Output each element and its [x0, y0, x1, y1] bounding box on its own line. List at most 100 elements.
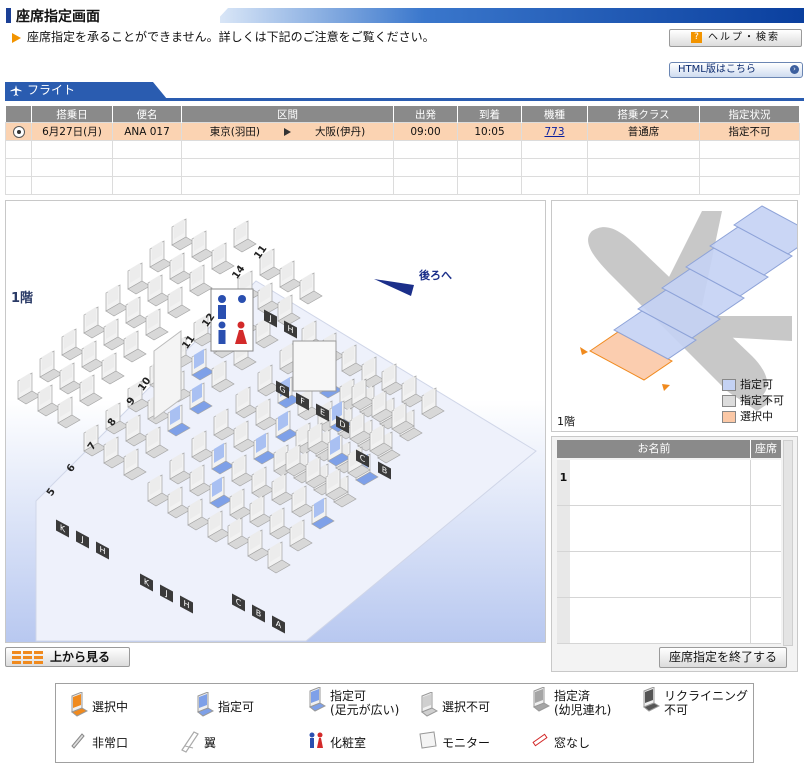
legend-label: 指定可 (足元が広い): [330, 689, 400, 717]
unavailable-seat: [37, 384, 61, 417]
unavailable-seat: [123, 330, 147, 363]
legend-unavailable: 指定不可: [722, 392, 784, 408]
legend-label: リクライニング 不可: [664, 689, 749, 717]
chevron-right-icon: ›: [790, 65, 799, 74]
wide-legroom-seat-icon: [309, 687, 326, 712]
finish-seat-selection-button[interactable]: 座席指定を終了する: [659, 647, 787, 668]
col-arrive: 到着: [457, 106, 522, 123]
wing-icon: [181, 731, 199, 753]
name-column-header: お名前: [637, 442, 671, 455]
flight-tab-cut: [153, 82, 167, 99]
unavailable-seat: [57, 396, 81, 429]
flight-table-header: 搭乗日 便名 区間 出発 到着 機種 搭乗クラス 指定状況: [5, 106, 800, 123]
unavailable-seat: [103, 318, 127, 351]
unavailable-seat: [105, 284, 129, 317]
lavatory-icon: [309, 732, 323, 748]
table-row: [5, 158, 800, 177]
passenger-seat: [750, 552, 781, 597]
top-view-button[interactable]: 上から見る: [5, 647, 130, 667]
unavailable-seat: [79, 374, 103, 407]
flight-class: 普通席: [587, 122, 700, 141]
unavailable-seat: [101, 352, 125, 385]
available-label: 指定可: [740, 378, 773, 391]
selection-marker-left: [580, 347, 588, 355]
emergency-exit-icon: [71, 733, 85, 749]
table-row: [5, 176, 800, 195]
seat-legend: 選択中 指定可 指定可 (足元が広い) 選択不可 指定済 (幼児連れ) リクライニング 不…: [55, 683, 754, 763]
flight-depart: 09:00: [393, 122, 458, 141]
legend-label: 選択中: [92, 700, 129, 714]
passenger-number: [557, 598, 570, 643]
col-route: 区間: [181, 106, 394, 123]
passenger-number: [557, 552, 570, 597]
list-item: [557, 506, 781, 552]
rear-label: 後ろへ: [419, 269, 452, 282]
col-select: [5, 106, 32, 123]
passenger-seat: [750, 506, 781, 551]
lavatory-sign: [210, 288, 254, 352]
flight-radio-cell[interactable]: [5, 122, 32, 141]
table-row: [5, 140, 800, 159]
unavailable-seat: [189, 264, 213, 297]
no-recline-seat-icon: [643, 687, 660, 712]
aircraft-link[interactable]: 773: [544, 126, 564, 138]
unavailable-seat-icon: [421, 692, 438, 717]
legend-label: 非常口: [92, 736, 129, 750]
unavailable-seat: [169, 252, 193, 285]
passenger-seat: [750, 460, 781, 505]
flight-section-line: [5, 98, 804, 101]
flight-aircraft-cell: 773: [521, 122, 588, 141]
legend-selected: 選択中: [722, 408, 784, 424]
unavailable-seat: [191, 230, 215, 263]
flight-date: 6月27日(月): [31, 122, 113, 141]
top-view-label: 上から見る: [50, 650, 111, 664]
page-title: 座席指定画面: [16, 9, 100, 25]
passenger-list: 1: [557, 460, 781, 644]
legend-label: 化粧室: [330, 736, 367, 750]
available-seat-icon: [197, 692, 214, 717]
passenger-number: 1: [557, 460, 570, 505]
html-version-button[interactable]: HTML版はこちら ›: [669, 62, 803, 78]
selection-marker-right: [662, 384, 670, 391]
unavailable-seat: [211, 242, 235, 275]
unavailable-seat: [167, 286, 191, 319]
selected-swatch: [722, 411, 736, 423]
airplane-icon: [10, 85, 22, 96]
notice-arrow-icon: [12, 32, 21, 43]
flight-number: ANA 017: [112, 122, 182, 141]
flight-section-tab: フライト: [5, 82, 153, 99]
title-accent-bar: [6, 8, 11, 23]
unavailable-seat: [83, 306, 107, 339]
top-view-grid-icon: [12, 651, 43, 664]
unavailable-seat: [145, 308, 169, 341]
monitor-screen: [292, 340, 337, 392]
selected-label: 選択中: [740, 410, 773, 423]
flight-radio[interactable]: [12, 125, 25, 138]
legend-label: 指定済 (幼児連れ): [554, 689, 612, 717]
passenger-panel: お名前 座席 1: [551, 436, 798, 672]
notice-text: 座席指定を承ることができません。詳しくは下記のご注意をご覧ください。: [27, 30, 435, 44]
seat-map-drawing: [17, 218, 537, 642]
route-from: 東京(羽田): [209, 126, 260, 138]
list-item: [557, 598, 781, 644]
infant-seat-icon: [533, 687, 550, 712]
unavailable-seat: [149, 240, 173, 273]
unavailable-seat: [171, 218, 195, 251]
help-search-button[interactable]: ? ヘルプ・検索: [669, 29, 802, 47]
aircraft-overview-panel: 1階 指定可 指定不可 選択中: [551, 200, 798, 432]
available-swatch: [722, 379, 736, 391]
unavailable-seat: [147, 274, 171, 307]
help-icon: ?: [691, 31, 702, 43]
passenger-scrollbar[interactable]: [783, 440, 793, 646]
monitor-icon: [419, 731, 437, 749]
unavailable-seat: [233, 220, 257, 253]
passenger-header: お名前 座席: [557, 440, 781, 458]
flight-table: 搭乗日 便名 区間 出発 到着 機種 搭乗クラス 指定状況 6月27日(月) A…: [5, 106, 800, 195]
unavailable-seat: [125, 296, 149, 329]
no-window-icon: [532, 733, 548, 747]
unavailable-seat: [39, 350, 63, 383]
help-search-label: ヘルプ・検索: [708, 32, 780, 43]
col-flight: 便名: [112, 106, 182, 123]
table-row[interactable]: 6月27日(月) ANA 017 東京(羽田) 大阪(伊丹) 09:00 10:0…: [5, 122, 800, 141]
overview-legend: 指定可 指定不可 選択中: [722, 376, 784, 424]
